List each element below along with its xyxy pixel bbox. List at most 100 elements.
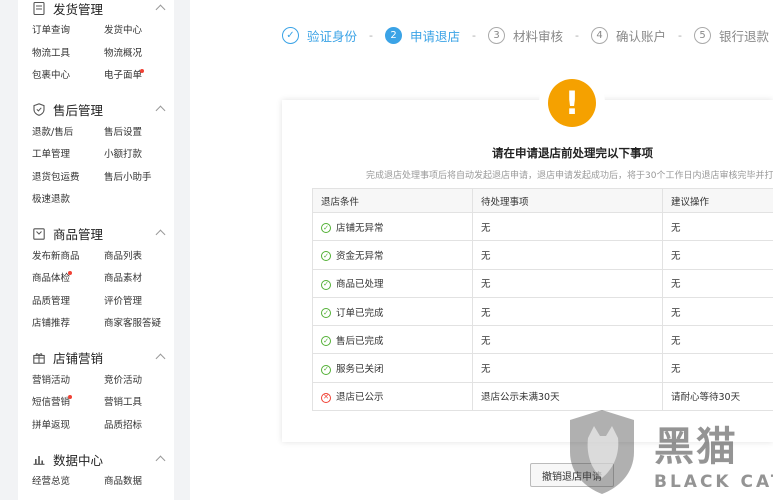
sidebar-item-package-center[interactable]: 包裹中心 [32, 65, 104, 88]
chevron-up-icon[interactable] [155, 455, 166, 465]
sidebar-item-order-query[interactable]: 订单查询 [32, 20, 104, 43]
step-label: 确认账户 [616, 29, 667, 44]
sidebar-item-bidding-activity[interactable]: 竞价活动 [104, 370, 174, 393]
sidebar-item-label: 商品体检 [32, 273, 71, 284]
sidebar-section-title: 发货管理 [53, 1, 104, 17]
table-row: ✓ 订单已完成 无 无 [312, 296, 773, 327]
condition-label: 订单已完成 [336, 307, 384, 319]
cat-shield-logo-icon [570, 410, 634, 494]
action-cell: 无 [662, 353, 773, 383]
table-row: ✕ 退店已公示 退店公示未满30天 请耐心等待30天 [312, 381, 773, 412]
sidebar-item-after-sales-assistant[interactable]: 售后小助手 [104, 167, 174, 190]
sidebar-item-sms-marketing[interactable]: 短信营销 [32, 392, 104, 415]
sidebar-item-group-cashback[interactable]: 拼单返现 [32, 415, 104, 438]
shield-icon [32, 103, 45, 116]
condition-label: 服务已关闭 [336, 364, 384, 376]
sidebar-item-logistics-overview[interactable]: 物流概况 [104, 43, 174, 66]
sidebar-item-store-recommend[interactable]: 店铺推荐 [32, 313, 104, 336]
chevron-up-icon[interactable] [155, 353, 166, 364]
chevron-up-icon[interactable] [155, 105, 166, 116]
sidebar-section-header[interactable]: 数据中心 [18, 447, 174, 471]
table-header-row: 退店条件 待处理事项 建议操作 [312, 188, 773, 213]
sidebar-section-header[interactable]: 店铺营销 [18, 346, 174, 370]
check-circle-icon: ✓ [321, 336, 331, 347]
pending-cell: 无 [472, 268, 663, 298]
sidebar-item-fast-refund[interactable]: 极速退款 [32, 189, 104, 212]
step-number: 3 [488, 27, 505, 44]
progress-steps: ✓ 验证身份 - 2 申请退店 - 3 材料审核 - 4 确认账户 - 5 银行… [282, 26, 769, 45]
sidebar-item-quality-bidding[interactable]: 品质招标 [104, 415, 174, 438]
condition-label: 商品已处理 [336, 279, 384, 291]
sidebar-item-e-waybill[interactable]: 电子面单 [104, 65, 174, 88]
step-number: 5 [694, 27, 711, 44]
sidebar: 发货管理 订单查询 发货中心 物流工具 物流概况 包裹中心 电子面单 售后管理 … [18, 0, 174, 500]
card-title: 请在申请退店前处理完以下事项 [492, 146, 653, 160]
sidebar-item-product-list[interactable]: 商品列表 [104, 246, 174, 269]
sidebar-section-header[interactable]: 发货管理 [18, 0, 174, 20]
sidebar-item-review-management[interactable]: 评价管理 [104, 291, 174, 314]
pending-cell: 退店公示未满30天 [472, 381, 663, 412]
sidebar-item-small-payment[interactable]: 小额打款 [104, 144, 174, 167]
step-label: 银行退款 [719, 29, 770, 44]
action-cell: 无 [662, 211, 773, 242]
sidebar-section-header[interactable]: 商品管理 [18, 222, 174, 246]
step-label: 材料审核 [513, 29, 564, 44]
step-bank-refund: 5 银行退款 [694, 26, 769, 45]
check-icon: ✓ [282, 27, 299, 44]
sidebar-item-ticket-management[interactable]: 工单管理 [32, 144, 104, 167]
table-row: ✓ 资金无异常 无 无 [312, 240, 773, 270]
condition-label: 店铺无异常 [336, 222, 384, 234]
conditions-table: 退店条件 待处理事项 建议操作 ✓ 店铺无异常 无 无 ✓ 资金无异常 无 无 ✓ 商… [312, 188, 773, 412]
sidebar-item-refund[interactable]: 退款/售后 [32, 122, 104, 145]
sidebar-item-new-product[interactable]: 发布新商品 [32, 246, 104, 269]
sidebar-item-label: 短信营销 [32, 397, 71, 408]
sidebar-item-return-shipping[interactable]: 退货包运费 [32, 167, 104, 190]
check-circle-icon: ✓ [321, 279, 331, 290]
chevron-up-icon[interactable] [155, 4, 166, 14]
sidebar-section-products: 商品管理 发布新商品 商品列表 商品体检 商品素材 品质管理 评价管理 店铺推荐… [18, 222, 174, 336]
notification-dot [68, 395, 72, 399]
step-number: 4 [591, 27, 608, 44]
notification-dot [68, 271, 72, 275]
check-circle-icon: ✓ [321, 364, 331, 375]
bar-chart-icon [32, 453, 45, 466]
notification-dot [140, 69, 144, 73]
sidebar-item-quality-management[interactable]: 品质管理 [32, 291, 104, 314]
sidebar-item-product-data[interactable]: 商品数据 [104, 471, 174, 494]
condition-label: 资金无异常 [336, 250, 384, 262]
check-circle-icon: ✓ [321, 223, 331, 234]
table-row: ✓ 售后已完成 无 无 [312, 325, 773, 355]
sidebar-item-marketing-activity[interactable]: 营销活动 [32, 370, 104, 393]
step-separator: - [678, 29, 682, 42]
sidebar-item-marketing-tools[interactable]: 营销工具 [104, 392, 174, 415]
condition-label: 退店已公示 [336, 392, 384, 404]
sidebar-item-product-check[interactable]: 商品体检 [32, 268, 104, 291]
sidebar-item-shipping-center[interactable]: 发货中心 [104, 20, 174, 43]
chevron-up-icon[interactable] [155, 229, 166, 240]
sidebar-section-header[interactable]: 售后管理 [18, 98, 174, 122]
table-row: ✓ 服务已关闭 无 无 [312, 353, 773, 383]
sidebar-item-customer-qa[interactable]: 商家客服答疑 [104, 313, 174, 336]
action-cell: 无 [662, 325, 773, 355]
sidebar-section-marketing: 店铺营销 营销活动 竞价活动 短信营销 营销工具 拼单返现 品质招标 [18, 346, 174, 438]
check-circle-icon: ✓ [321, 308, 331, 319]
sidebar-section-after-sales: 售后管理 退款/售后 售后设置 工单管理 小额打款 退货包运费 售后小助手 极速… [18, 98, 174, 212]
black-cat-watermark: 黑猫 BLACK CAT [568, 408, 773, 500]
sidebar-item-logistics-tools[interactable]: 物流工具 [32, 43, 104, 66]
sidebar-item-product-assets[interactable]: 商品素材 [104, 268, 174, 291]
table-row: ✓ 店铺无异常 无 无 [312, 211, 773, 242]
action-cell: 无 [662, 296, 773, 327]
sidebar-item-after-sales-settings[interactable]: 售后设置 [104, 122, 174, 145]
step-apply-close: 2 申请退店 [385, 26, 460, 45]
condition-label: 售后已完成 [336, 335, 384, 347]
action-cell: 无 [662, 240, 773, 270]
step-number: 2 [385, 27, 402, 44]
sidebar-item-business-overview[interactable]: 经营总览 [32, 471, 104, 494]
step-material-review: 3 材料审核 [488, 26, 563, 45]
sidebar-section-title: 商品管理 [53, 227, 104, 242]
gift-icon [32, 351, 45, 364]
pending-cell: 无 [472, 240, 663, 270]
warning-exclamation-icon: ! [548, 79, 596, 127]
pending-cell: 无 [472, 211, 663, 242]
condition-cell: ✓ 店铺无异常 [312, 211, 473, 242]
